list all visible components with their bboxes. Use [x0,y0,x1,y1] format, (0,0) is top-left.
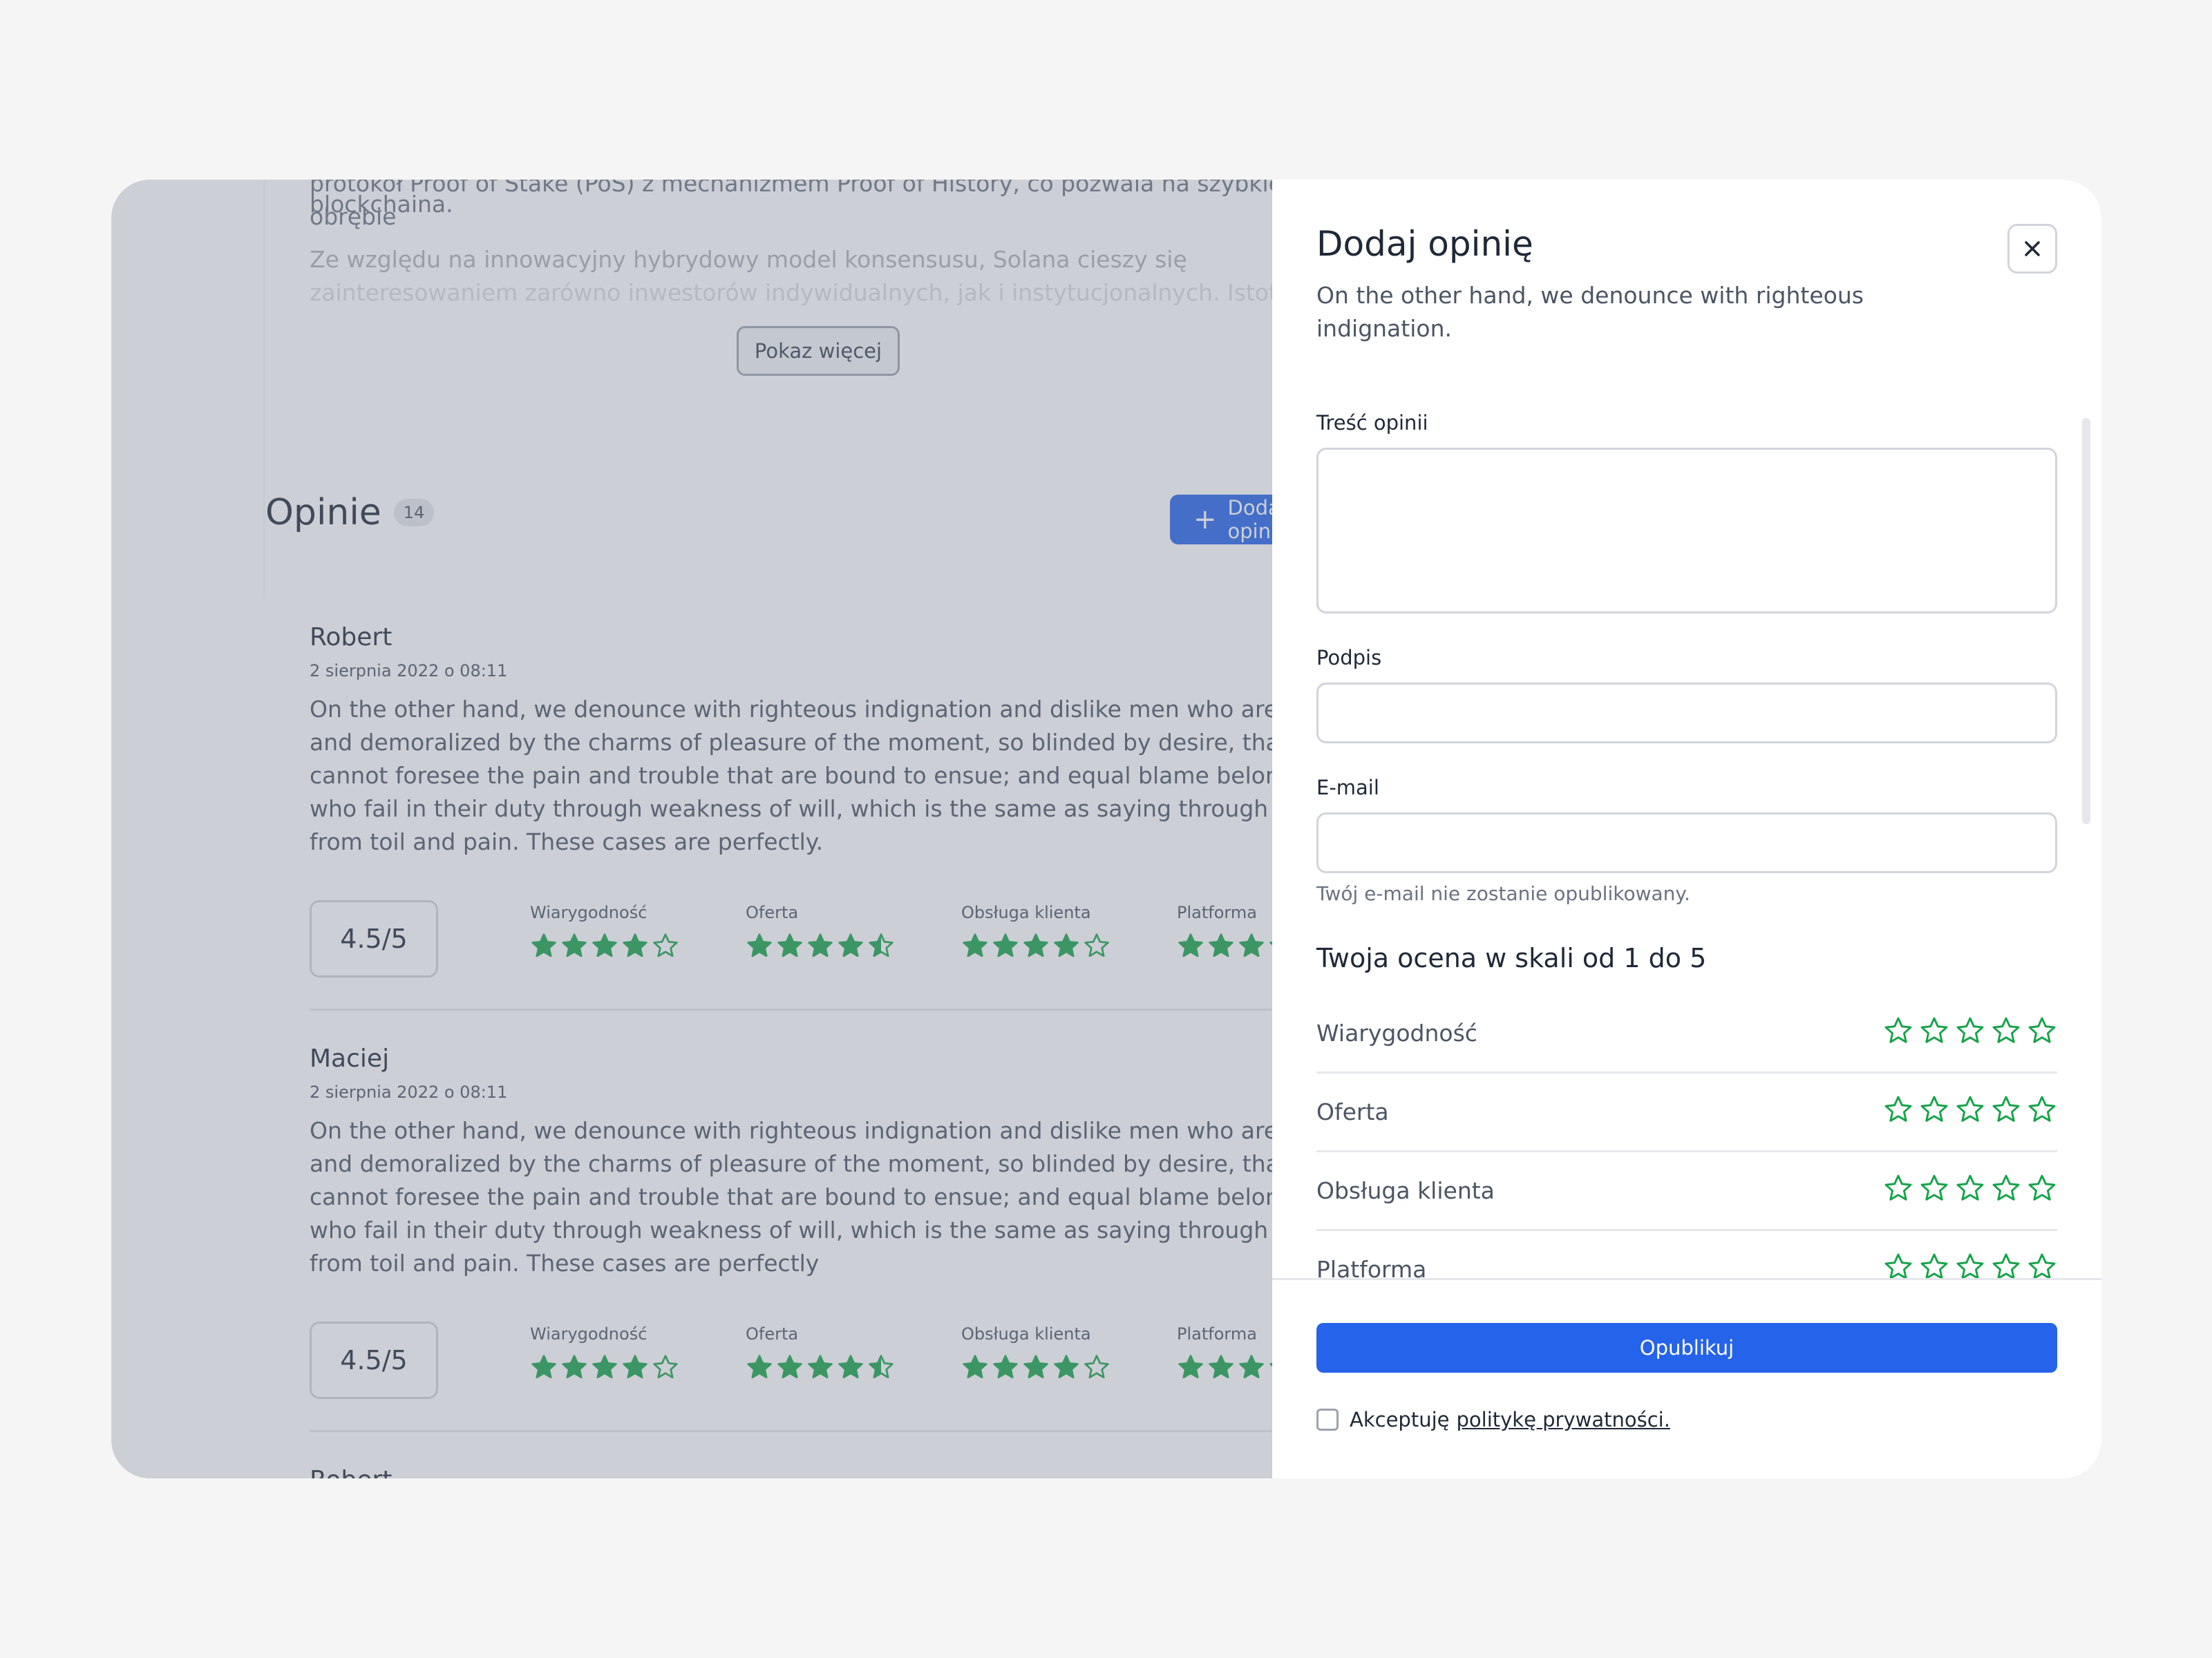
publish-button[interactable]: Opublikuj [1316,1323,2057,1373]
consent-checkbox[interactable] [1316,1409,1339,1431]
star-outline-icon[interactable] [1883,1173,1913,1203]
star-outline-icon[interactable] [1919,1016,1949,1046]
star-outline-icon[interactable] [1955,1016,1985,1046]
close-icon [2025,241,2040,256]
email-label: E-mail [1316,776,1379,799]
rating-stars-input[interactable] [1883,1094,2057,1125]
panel-footer: Opublikuj Akceptuję politykę prywatności. [1272,1278,2101,1478]
rating-label: Obsługa klienta [1316,1177,1495,1204]
rating-stars-input[interactable] [1883,1016,2057,1046]
add-review-panel: Dodaj opinię On the other hand, we denou… [1272,180,2101,1478]
email-hint: Twój e-mail nie zostanie opublikowany. [1316,882,1690,905]
star-outline-icon[interactable] [1955,1094,1985,1125]
rating-row: Obsługa klienta [1316,1152,2057,1231]
email-input[interactable] [1316,812,2057,873]
rating-row: Wiarygodność [1316,995,2057,1074]
privacy-policy-link[interactable]: politykę prywatności. [1456,1408,1670,1431]
panel-title: Dodaj opinię [1316,224,1533,264]
rating-stars-input[interactable] [1883,1173,2057,1203]
review-content-textarea[interactable] [1316,448,2057,613]
star-outline-icon[interactable] [1955,1173,1985,1203]
star-outline-icon[interactable] [1883,1016,1913,1046]
panel-scrollbar[interactable] [2082,418,2090,824]
rating-title: Twoja ocena w skali od 1 do 5 [1316,943,1707,973]
privacy-consent: Akceptuję politykę prywatności. [1316,1408,1670,1431]
content-label: Treść opinii [1316,411,1428,435]
close-button[interactable] [2007,224,2057,274]
star-outline-icon[interactable] [2027,1094,2057,1125]
rating-label: Oferta [1316,1098,1389,1125]
star-outline-icon[interactable] [1919,1094,1949,1125]
star-outline-icon[interactable] [1919,1173,1949,1203]
rating-label: Wiarygodność [1316,1020,1477,1047]
signature-input[interactable] [1316,683,2057,743]
signature-label: Podpis [1316,646,1382,669]
star-outline-icon[interactable] [2027,1173,2057,1203]
star-outline-icon[interactable] [1883,1094,1913,1125]
app-frame: protokół Proof of Stake (PoS) z mechaniz… [111,180,2101,1478]
rating-row: Oferta [1316,1074,2057,1152]
star-outline-icon[interactable] [2027,1016,2057,1046]
consent-text: Akceptuję [1350,1408,1450,1431]
star-outline-icon[interactable] [1991,1016,2021,1046]
star-outline-icon[interactable] [1991,1173,2021,1203]
star-outline-icon[interactable] [1991,1094,2021,1125]
panel-subtitle: On the other hand, we denounce with righ… [1316,282,1864,342]
